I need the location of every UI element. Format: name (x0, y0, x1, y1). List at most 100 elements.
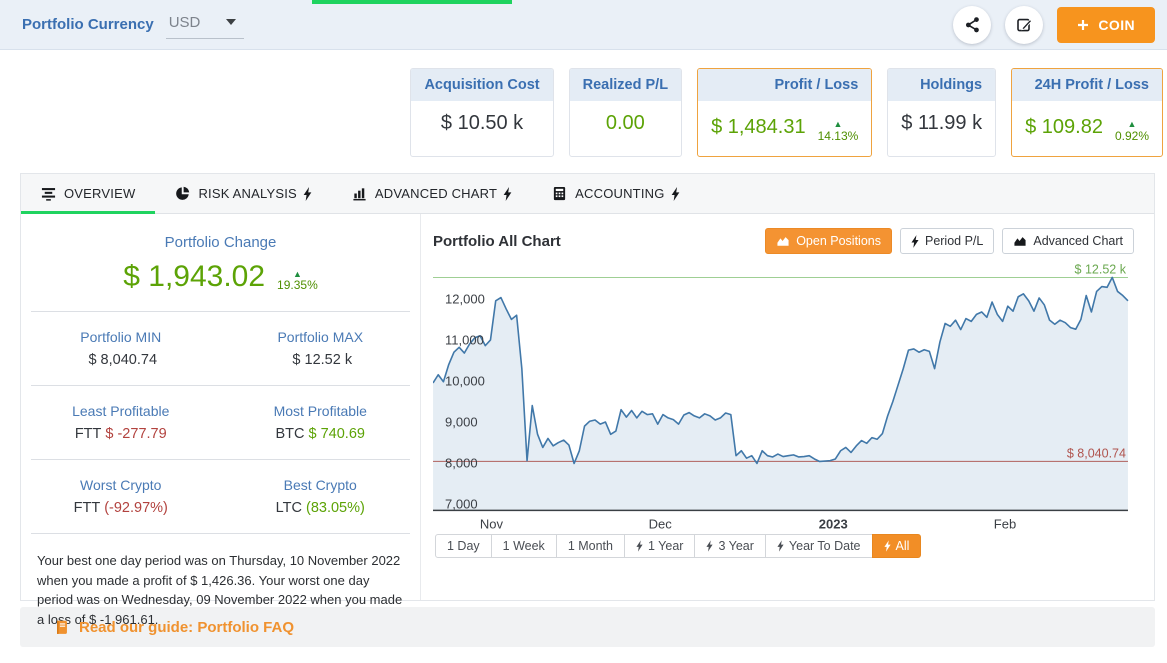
chevron-down-icon (226, 19, 236, 25)
card-title: Holdings (888, 69, 995, 101)
top-bar-actions: COIN (953, 6, 1155, 44)
tab-overview[interactable]: OVERVIEW (21, 174, 155, 213)
bolt-icon (884, 540, 891, 552)
top-bar: Portfolio Currency USD COIN (0, 0, 1167, 50)
tab-label: OVERVIEW (64, 186, 135, 201)
change-percent: 0.92% (1115, 130, 1149, 143)
pie-chart-icon (175, 186, 190, 201)
tab-advanced-chart[interactable]: ADVANCED CHART (332, 174, 532, 213)
y-tick-label: 8,000 (445, 456, 478, 471)
tab-accounting[interactable]: ACCOUNTING (532, 174, 699, 213)
tab-bar: OVERVIEW RISK ANALYSIS ADVANCED CHART (21, 174, 1154, 214)
area-chart-icon (1013, 235, 1027, 247)
stat-most-profitable: Most Profitable BTC$ 740.69 (221, 403, 421, 442)
bolt-icon (777, 540, 784, 552)
add-coin-label: COIN (1098, 17, 1135, 33)
bolt-icon (671, 187, 680, 201)
change-badge: ▲ 19.35% (277, 270, 318, 293)
x-axis-label: Dec (649, 516, 673, 531)
range-1-week[interactable]: 1 Week (491, 534, 557, 558)
bolt-icon (706, 540, 713, 552)
change-badge: ▲ 0.92% (1115, 120, 1149, 143)
stat-card-holdings: Holdings $ 11.99 k (887, 68, 996, 157)
stat-best-crypto: Best Crypto LTC(83.05%) (221, 477, 421, 516)
plus-icon (1077, 19, 1089, 31)
stat-portfolio-max: Portfolio MAX $ 12.52 k (221, 329, 421, 368)
stat-least-profitable: Least Profitable FTT$ -277.79 (21, 403, 221, 442)
divider (31, 459, 410, 460)
bolt-icon (636, 540, 643, 552)
range-year-to-date[interactable]: Year To Date (765, 534, 873, 558)
advanced-chart-button[interactable]: Advanced Chart (1002, 228, 1134, 254)
currency-select[interactable]: USD (166, 11, 245, 39)
x-axis-label: Nov (480, 516, 504, 531)
tab-risk-analysis[interactable]: RISK ANALYSIS (155, 174, 331, 213)
divider (31, 311, 410, 312)
edit-icon (1016, 16, 1033, 33)
chart-area-fill (433, 277, 1128, 510)
faq-link[interactable]: Read our guide: Portfolio FAQ (79, 619, 294, 636)
add-coin-button[interactable]: COIN (1057, 7, 1155, 43)
portfolio-change-label: Portfolio Change (21, 234, 420, 251)
range-1-month[interactable]: 1 Month (556, 534, 625, 558)
card-value: $ 109.82 (1025, 116, 1103, 139)
best-worst-day-summary: Your best one day period was on Thursday… (21, 551, 420, 629)
divider (31, 385, 410, 386)
share-icon (964, 16, 981, 33)
bolt-icon (503, 187, 512, 201)
book-icon (54, 620, 69, 635)
range-1-year[interactable]: 1 Year (624, 534, 695, 558)
loading-progress-bar (312, 0, 512, 4)
chart-range-buttons: 1 Day 1 Week 1 Month 1 Year 3 Year Year … (435, 534, 1134, 558)
stat-card-24h-profit-loss: 24H Profit / Loss $ 109.82 ▲ 0.92% (1011, 68, 1163, 157)
chart-action-buttons: Open Positions Period P/L Advanced Chart (765, 228, 1134, 254)
change-badge: ▲ 14.13% (818, 120, 859, 143)
x-axis-label: 2023 (819, 516, 848, 531)
stat-card-realized-pl: Realized P/L 0.00 (569, 68, 682, 157)
x-axis-label: Feb (994, 516, 1016, 531)
portfolio-area-chart[interactable]: 7,000 8,000 9,000 10,000 11,000 12,000 Nov Dec 2… (433, 262, 1134, 534)
max-line-label: $ 12.52 k (1075, 263, 1127, 277)
tab-label: ACCOUNTING (575, 186, 664, 201)
share-button[interactable] (953, 6, 991, 44)
chart-title: Portfolio All Chart (433, 233, 561, 250)
stat-worst-crypto: Worst Crypto FTT(-92.97%) (21, 477, 221, 516)
divider (31, 533, 410, 534)
portfolio-summary-panel: Portfolio Change $ 1,943.02 ▲ 19.35% Por… (21, 214, 421, 600)
portfolio-chart-panel: Portfolio All Chart Open Positions Perio… (421, 214, 1154, 600)
main-content: OVERVIEW RISK ANALYSIS ADVANCED CHART (20, 173, 1155, 601)
open-positions-button[interactable]: Open Positions (765, 228, 892, 254)
change-percent: 14.13% (818, 130, 859, 143)
stat-portfolio-min: Portfolio MIN $ 8,040.74 (21, 329, 221, 368)
card-title: Acquisition Cost (411, 69, 552, 101)
currency-value: USD (169, 14, 201, 31)
range-all[interactable]: All (872, 534, 922, 558)
portfolio-change-value: $ 1,943.02 (123, 260, 265, 294)
y-tick-label: 11,000 (445, 332, 484, 347)
bolt-icon (911, 235, 919, 248)
stat-card-acquisition-cost: Acquisition Cost $ 10.50 k (410, 68, 553, 157)
range-1-day[interactable]: 1 Day (435, 534, 492, 558)
period-pl-button[interactable]: Period P/L (900, 228, 994, 254)
area-chart-icon (776, 235, 790, 247)
list-icon (41, 186, 56, 201)
min-line-label: $ 8,040.74 (1067, 447, 1126, 461)
tab-label: RISK ANALYSIS (198, 186, 296, 201)
y-tick-label: 7,000 (445, 497, 478, 512)
bolt-icon (303, 187, 312, 201)
card-value: 0.00 (606, 112, 645, 135)
edit-portfolio-button[interactable] (1005, 6, 1043, 44)
y-tick-label: 10,000 (445, 374, 485, 389)
stat-cards-row: Acquisition Cost $ 10.50 k Realized P/L … (0, 68, 1163, 157)
card-title: Profit / Loss (698, 69, 871, 101)
range-3-year[interactable]: 3 Year (694, 534, 765, 558)
tab-label: ADVANCED CHART (375, 186, 497, 201)
change-percent: 19.35% (277, 279, 318, 292)
calculator-icon (552, 186, 567, 201)
card-title: Realized P/L (570, 69, 681, 101)
y-tick-label: 9,000 (445, 415, 478, 430)
card-value: $ 10.50 k (441, 112, 523, 135)
card-value: $ 1,484.31 (711, 116, 806, 139)
y-tick-label: 12,000 (445, 291, 485, 306)
bar-chart-icon (352, 186, 367, 201)
